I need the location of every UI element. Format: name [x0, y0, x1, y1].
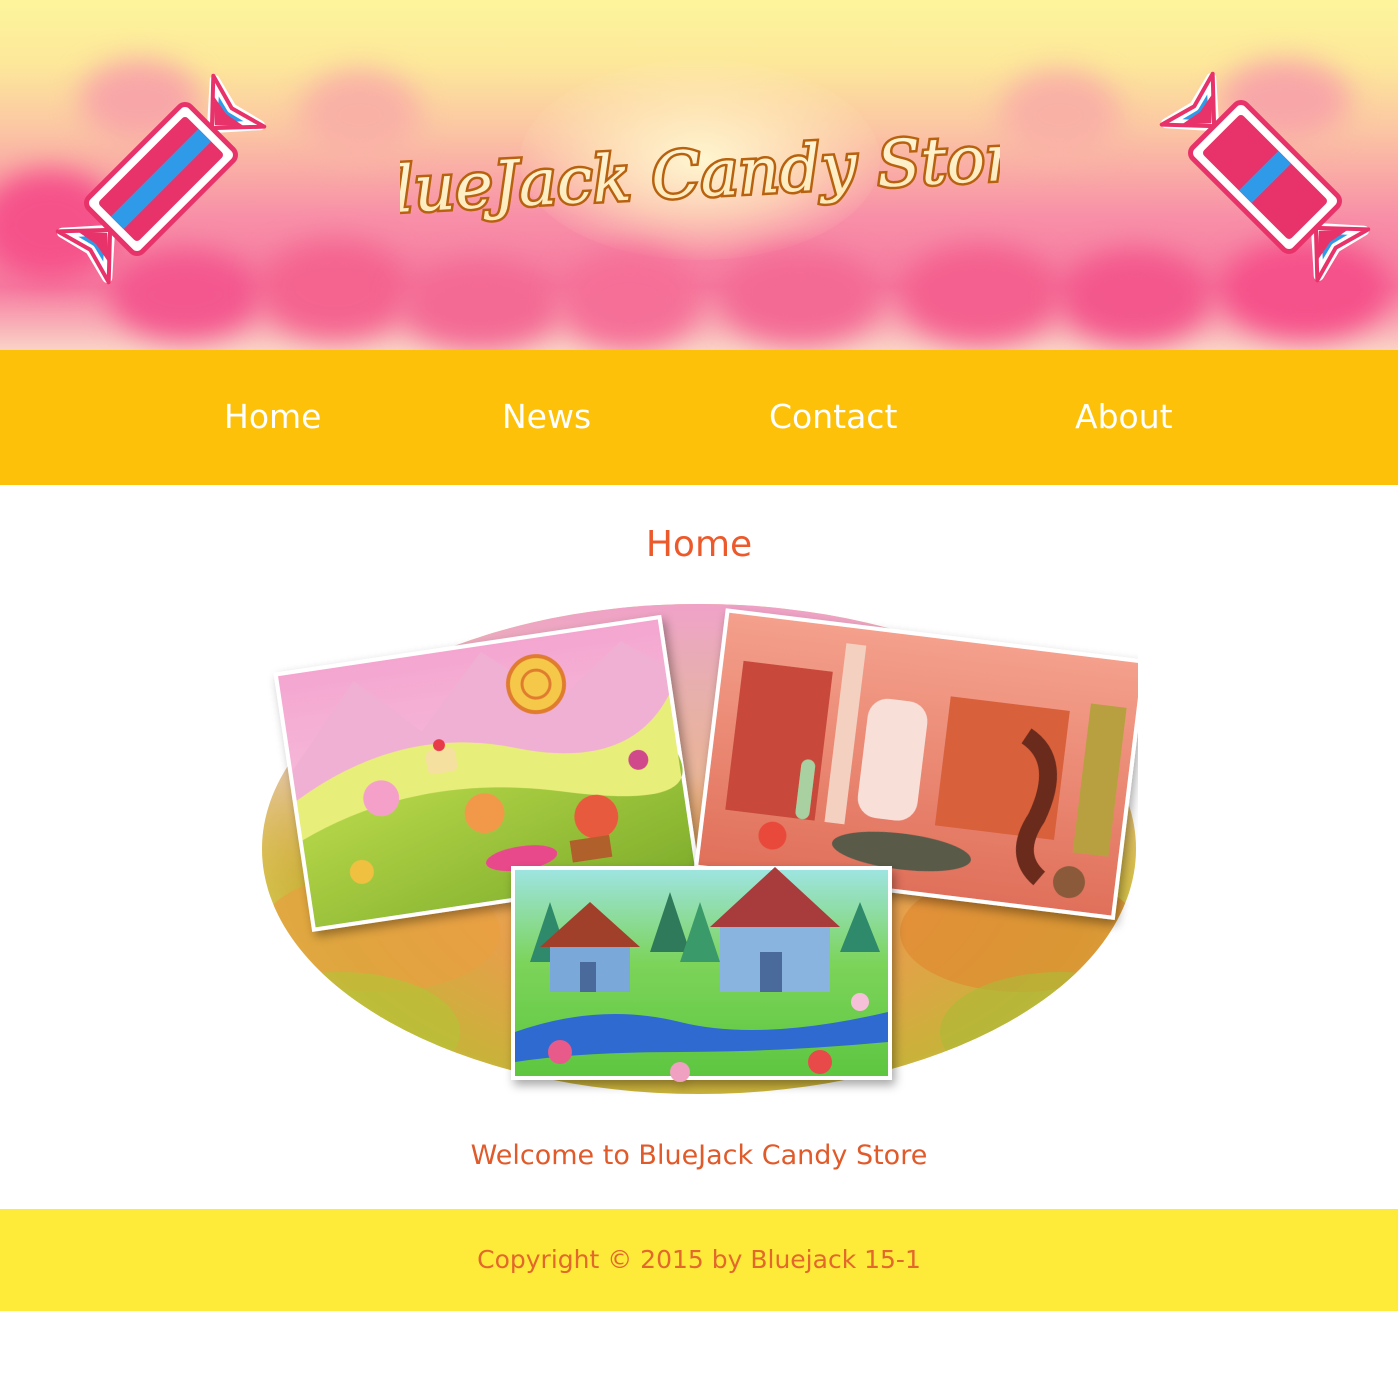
candy-village-image — [511, 866, 892, 1082]
page-title: Home — [645, 524, 753, 565]
banner-blob — [900, 245, 1060, 345]
banner-blob — [720, 250, 880, 345]
wrapped-candy-icon — [1159, 71, 1371, 283]
site-logo[interactable]: BlueJack Candy Store — [400, 118, 1000, 228]
banner-blob — [400, 260, 560, 350]
site-logo-text: BlueJack Candy Store — [400, 120, 1000, 228]
site-header-banner: BlueJack Candy Store — [0, 0, 1398, 350]
nav-link-contact[interactable]: Contact — [769, 397, 897, 437]
welcome-message: Welcome to BlueJack Candy Store — [470, 1140, 928, 1171]
banner-blob — [560, 250, 700, 350]
main-navigation: Home News Contact About — [0, 350, 1398, 485]
wrapped-candy-icon — [55, 73, 267, 285]
copyright-text: Copyright © 2015 by Bluejack 15-1 — [477, 1245, 921, 1274]
nav-link-news[interactable]: News — [502, 397, 591, 437]
site-footer: Copyright © 2015 by Bluejack 15-1 — [0, 1209, 1398, 1311]
banner-blob — [1000, 70, 1120, 160]
home-image-collage — [262, 604, 1138, 1094]
nav-link-about[interactable]: About — [1075, 397, 1173, 437]
nav-link-home[interactable]: Home — [224, 397, 321, 437]
banner-blob — [260, 240, 410, 340]
